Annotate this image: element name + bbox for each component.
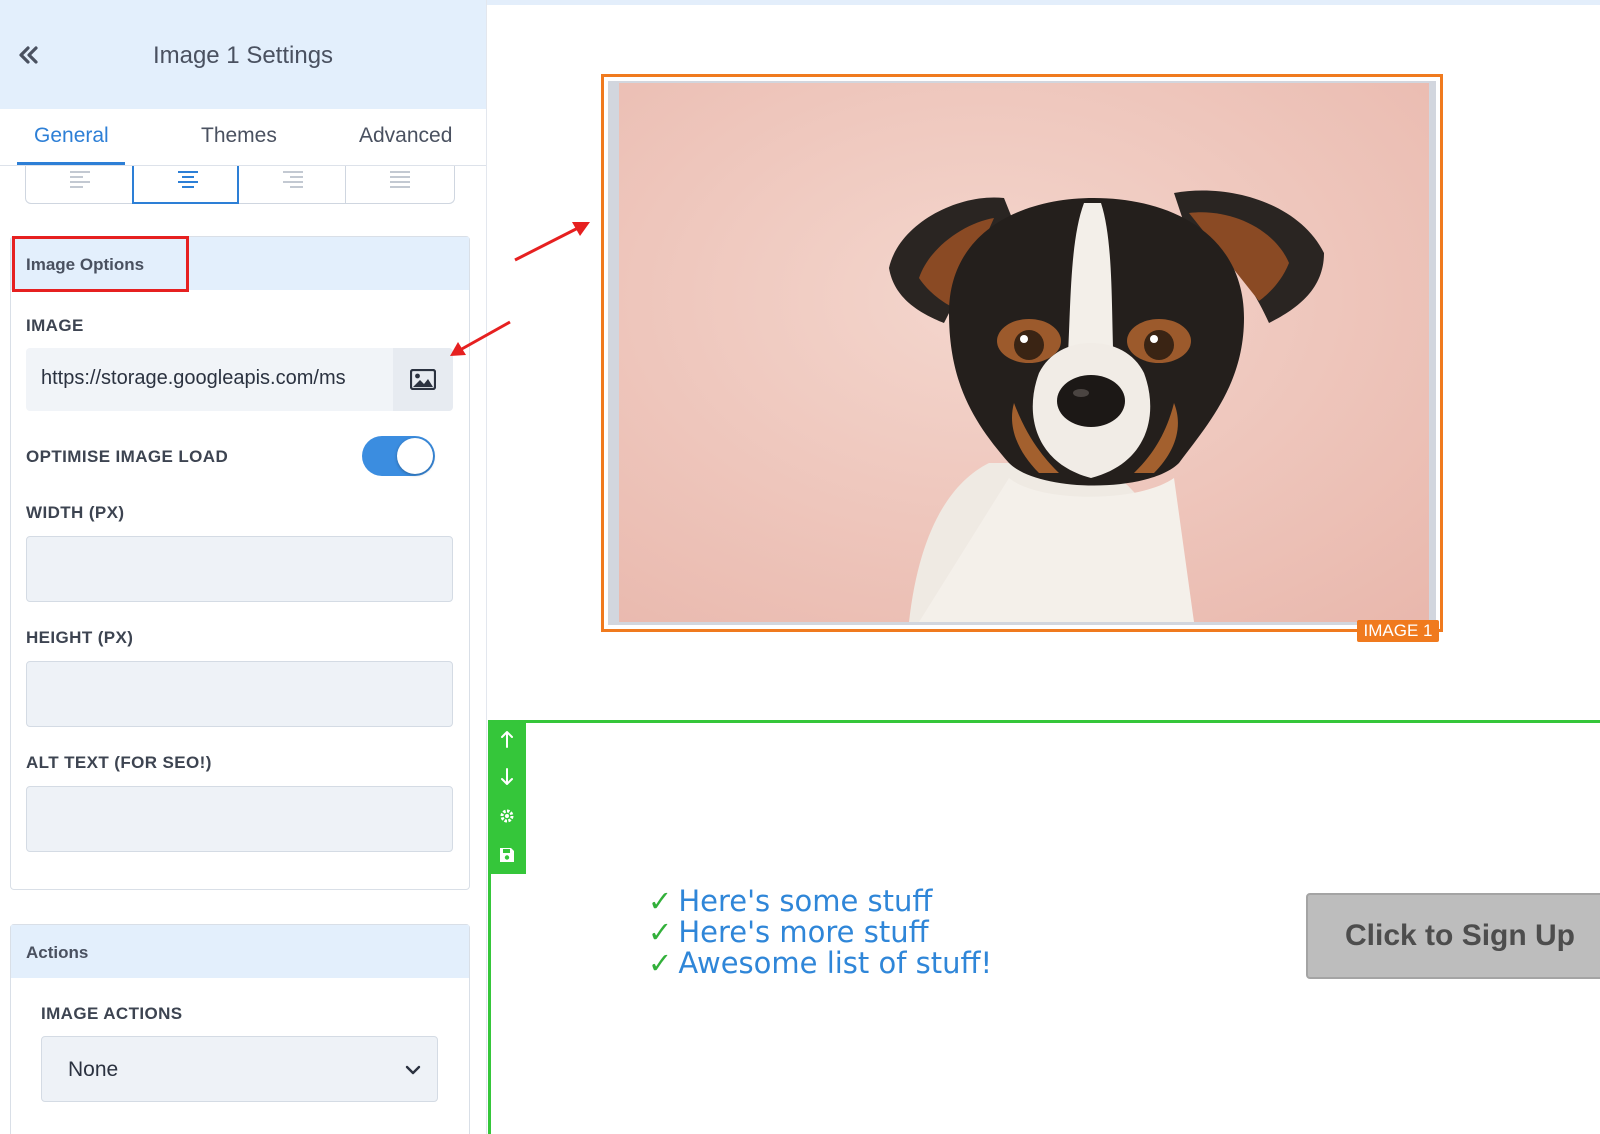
align-left-button[interactable] [26,166,133,204]
dog-photo-graphic [619,83,1429,622]
arrow-down-icon [501,768,513,785]
section-toolbar [488,720,526,874]
image-actions-select[interactable]: None [41,1036,438,1102]
checkmark-icon: ✓ [648,915,673,949]
image-label: IMAGE [26,316,84,335]
height-input[interactable] [26,661,453,727]
image-url-input[interactable]: https://storage.googleapis.com/ms [26,348,394,411]
checkmark-icon: ✓ [648,884,673,918]
alt-text-label: ALT TEXT (FOR SEO!) [26,753,212,772]
list-item: ✓ Here's some stuff [648,886,992,917]
move-section-up-button[interactable] [488,720,526,758]
settings-tabs: General Themes Advanced [0,109,486,166]
list-item-text: Awesome list of stuff! [678,946,993,980]
optimise-image-load-label: OPTIMISE IMAGE LOAD [26,447,229,466]
image-element-badge: IMAGE 1 [1357,620,1439,642]
actions-panel-header[interactable]: Actions [11,925,469,978]
active-tab-indicator [17,162,125,165]
sidebar-title: Image 1 Settings [152,42,334,69]
align-center-icon [178,171,198,188]
align-left-icon [70,171,90,188]
alt-text-input[interactable] [26,786,453,852]
feature-list: ✓ Here's some stuff ✓ Here's more stuff ✓ A… [648,886,992,979]
list-item: ✓ Awesome list of stuff! [648,948,992,979]
align-center-button[interactable] [132,166,239,204]
tab-advanced[interactable]: Advanced [359,124,452,148]
image-actions-value: None [68,1058,119,1081]
save-icon [500,848,514,862]
section-settings-button[interactable] [488,797,526,835]
width-label: WIDTH (PX) [26,503,125,522]
optimise-image-load-toggle[interactable] [362,436,435,476]
dog-photo [608,81,1436,625]
tab-themes[interactable]: Themes [201,124,277,148]
arrow-up-icon [501,731,513,748]
list-item: ✓ Here's more stuff [648,917,992,948]
image-picker-button[interactable] [393,348,453,411]
alignment-button-group [25,166,455,204]
actions-panel: Actions [10,924,470,1134]
sign-up-button[interactable]: Click to Sign Up [1306,893,1600,979]
tab-general[interactable]: General [34,124,109,148]
chevron-down-icon [405,1065,421,1075]
save-section-button[interactable] [488,836,526,874]
image-icon [410,369,436,390]
toggle-knob [397,438,433,474]
gear-icon [500,809,514,823]
list-item-text: Here's more stuff [678,915,929,949]
align-right-button[interactable] [239,166,346,204]
width-input[interactable] [26,536,453,602]
settings-sidebar: Image 1 Settings General Themes Advanced [0,0,487,1134]
actions-heading: Actions [26,943,89,962]
annotation-arrow-to-image [514,222,590,262]
sidebar-header: Image 1 Settings [0,0,486,109]
annotation-highlight-box [12,236,189,292]
move-section-down-button[interactable] [488,758,526,796]
align-justify-icon [390,171,410,188]
annotation-arrow-to-picker [450,320,511,356]
image-element[interactable] [601,74,1443,632]
align-right-icon [283,171,303,188]
height-label: HEIGHT (PX) [26,628,134,647]
align-justify-button[interactable] [346,166,453,204]
image-actions-label: IMAGE ACTIONS [41,1004,183,1023]
list-item-text: Here's some stuff [678,884,933,918]
checkmark-icon: ✓ [648,946,673,980]
sign-up-button-label: Click to Sign Up [1345,919,1576,952]
